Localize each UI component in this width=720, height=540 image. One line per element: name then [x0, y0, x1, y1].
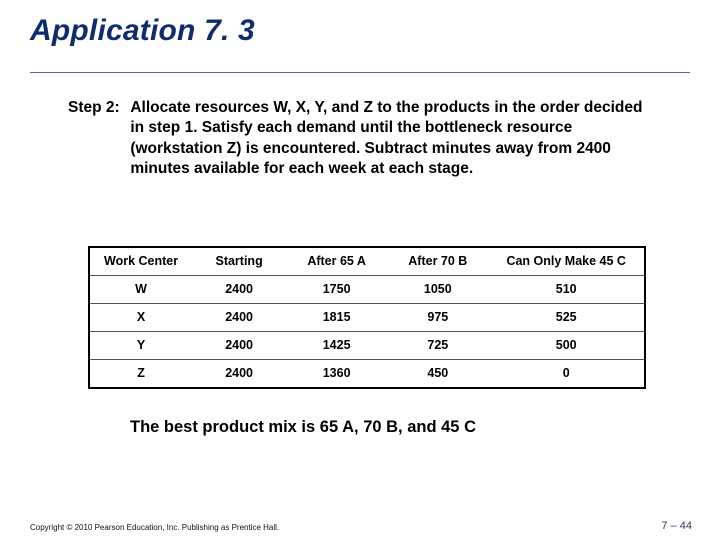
page-title: Application 7. 3 — [30, 14, 255, 48]
col-header-after-b: After 70 B — [387, 247, 488, 276]
cell-value: 500 — [488, 332, 645, 360]
cell-center: X — [89, 304, 192, 332]
table-row: Z 2400 1360 450 0 — [89, 360, 645, 389]
cell-value: 725 — [387, 332, 488, 360]
title-underline — [30, 72, 690, 73]
cell-value: 2400 — [192, 276, 286, 304]
cell-center: Z — [89, 360, 192, 389]
cell-value: 1360 — [286, 360, 387, 389]
cell-value: 2400 — [192, 304, 286, 332]
cell-value: 1050 — [387, 276, 488, 304]
page-number: 7 – 44 — [661, 520, 692, 532]
col-header-after-a: After 65 A — [286, 247, 387, 276]
table-header-row: Work Center Starting After 65 A After 70… — [89, 247, 645, 276]
table-row: W 2400 1750 1050 510 — [89, 276, 645, 304]
cell-value: 1425 — [286, 332, 387, 360]
cell-value: 2400 — [192, 360, 286, 389]
step-label: Step 2: — [68, 98, 126, 118]
cell-value: 525 — [488, 304, 645, 332]
cell-value: 975 — [387, 304, 488, 332]
table-row: X 2400 1815 975 525 — [89, 304, 645, 332]
copyright-text: Copyright © 2010 Pearson Education, Inc.… — [30, 523, 279, 532]
col-header-starting: Starting — [192, 247, 286, 276]
col-header-after-c: Can Only Make 45 C — [488, 247, 645, 276]
slide: Application 7. 3 Step 2: Allocate resour… — [0, 0, 720, 540]
step-block: Step 2: Allocate resources W, X, Y, and … — [68, 98, 668, 180]
conclusion-text: The best product mix is 65 A, 70 B, and … — [130, 418, 476, 437]
cell-center: Y — [89, 332, 192, 360]
cell-value: 510 — [488, 276, 645, 304]
cell-value: 1815 — [286, 304, 387, 332]
cell-value: 450 — [387, 360, 488, 389]
resource-table: Work Center Starting After 65 A After 70… — [88, 246, 646, 389]
cell-center: W — [89, 276, 192, 304]
cell-value: 0 — [488, 360, 645, 389]
step-text: Allocate resources W, X, Y, and Z to the… — [130, 98, 650, 180]
table-row: Y 2400 1425 725 500 — [89, 332, 645, 360]
col-header-work-center: Work Center — [89, 247, 192, 276]
cell-value: 1750 — [286, 276, 387, 304]
cell-value: 2400 — [192, 332, 286, 360]
